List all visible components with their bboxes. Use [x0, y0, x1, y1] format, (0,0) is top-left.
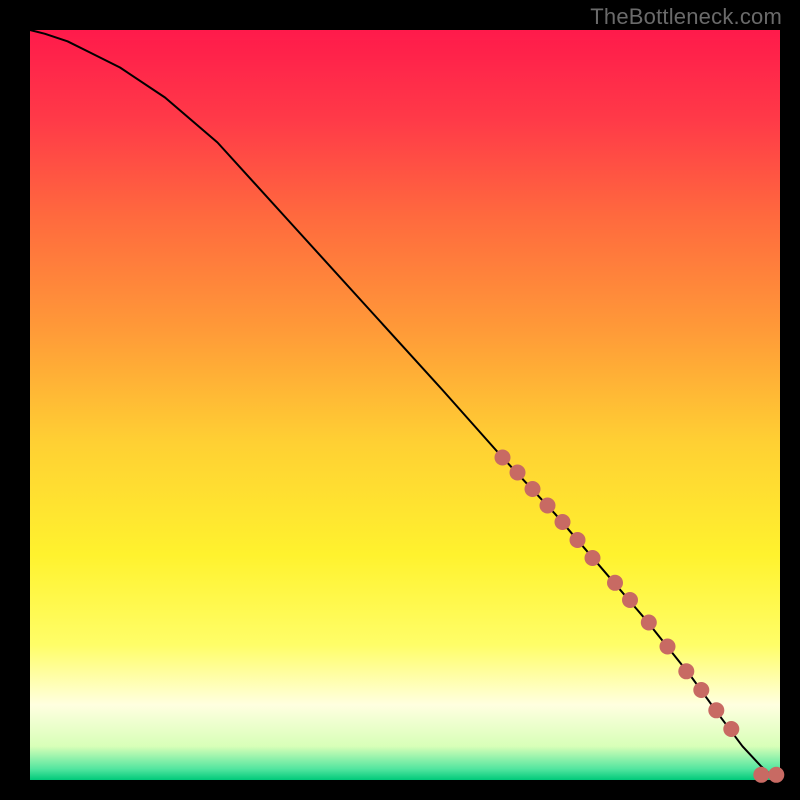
marker-dot — [622, 592, 638, 608]
marker-dot — [693, 682, 709, 698]
marker-dot — [708, 702, 724, 718]
marker-dot — [540, 498, 556, 514]
marker-dot — [723, 721, 739, 737]
marker-dot — [753, 767, 769, 783]
marker-dot — [607, 575, 623, 591]
marker-dot — [641, 615, 657, 631]
watermark-text: TheBottleneck.com — [590, 4, 782, 30]
marker-dot — [570, 532, 586, 548]
marker-dot — [678, 663, 694, 679]
chart-svg — [0, 0, 800, 800]
marker-dot — [585, 550, 601, 566]
marker-dot — [525, 481, 541, 497]
marker-dot — [768, 767, 784, 783]
marker-dot — [660, 639, 676, 655]
marker-dot — [510, 465, 526, 481]
marker-dot — [495, 450, 511, 466]
plot-background — [30, 30, 780, 780]
marker-dot — [555, 514, 571, 530]
chart-stage: TheBottleneck.com — [0, 0, 800, 800]
